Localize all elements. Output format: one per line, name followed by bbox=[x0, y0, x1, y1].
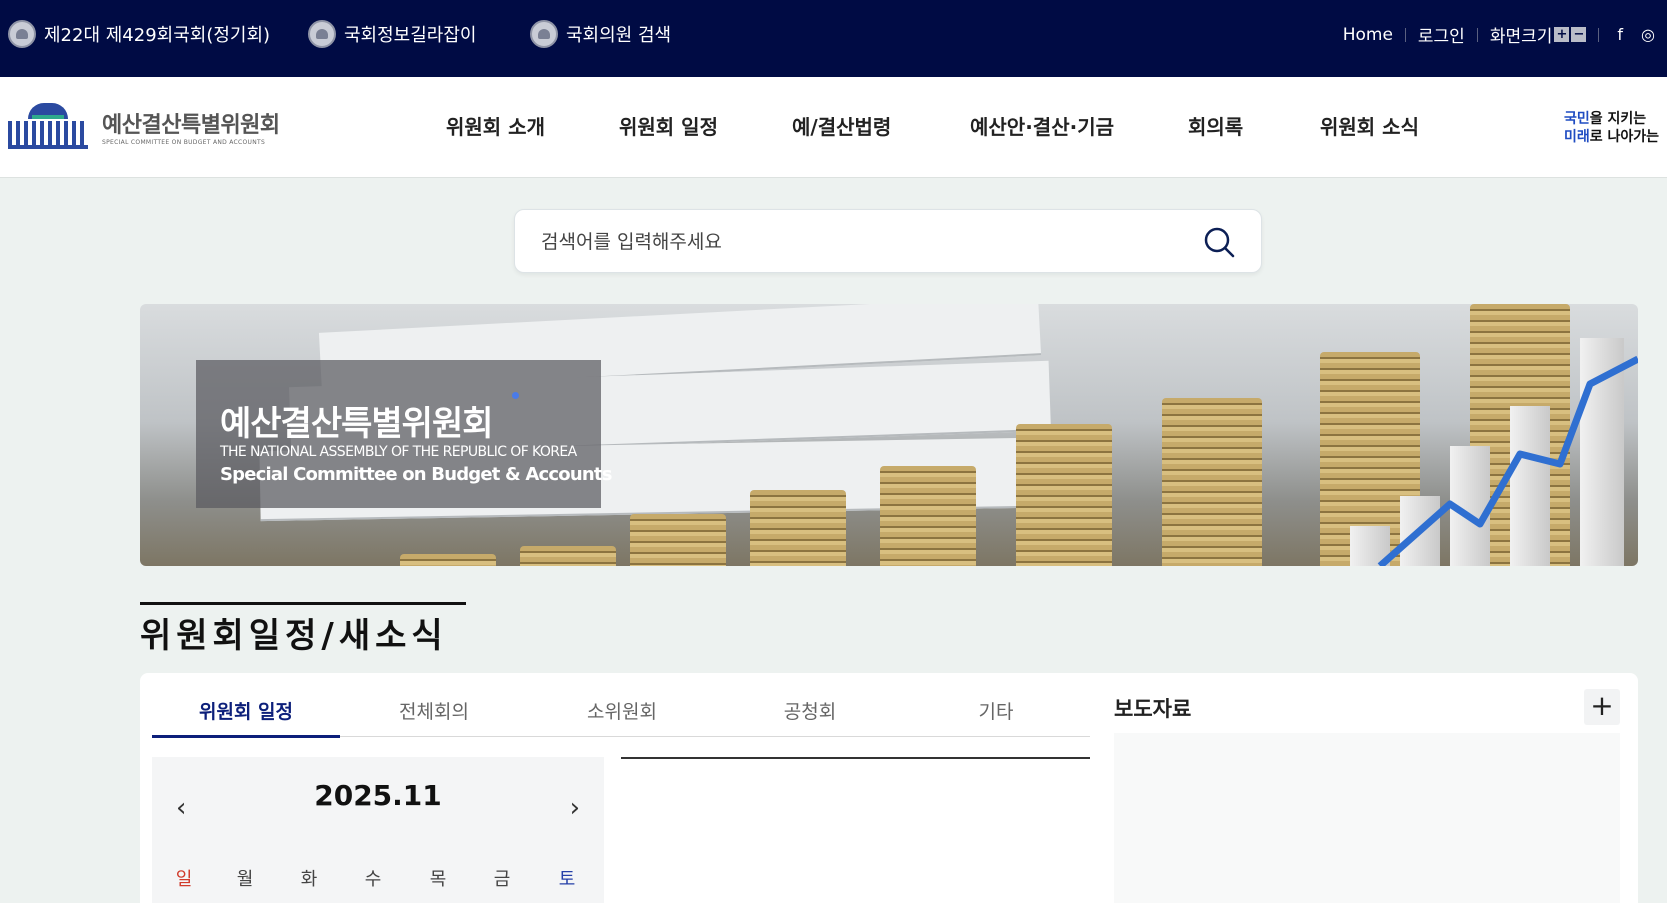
utility-bar: 제22대 제429회국회(정기회) 국회정보길라잡이 국회의원 검색 Home … bbox=[0, 0, 1667, 77]
home-link[interactable]: Home bbox=[1343, 25, 1393, 45]
logo-title: 예산결산특별위원회 bbox=[102, 112, 280, 138]
weekday-mon: 월 bbox=[236, 869, 254, 890]
logo-subtitle: SPECIAL COMMITTEE ON BUDGET AND ACCOUNTS bbox=[102, 138, 266, 146]
assembly-guide-link[interactable]: 국회정보길라잡이 bbox=[308, 20, 476, 48]
banner-title: 예산결산특별위원회 bbox=[220, 404, 494, 444]
section-title-rule bbox=[140, 602, 466, 605]
assembly-emblem-icon bbox=[308, 20, 336, 48]
font-size-label: 화면크기 bbox=[1489, 27, 1553, 47]
login-link[interactable]: 로그인 bbox=[1418, 22, 1465, 47]
facebook-icon[interactable]: f bbox=[1617, 25, 1623, 44]
assembly-emblem-icon bbox=[530, 20, 558, 48]
weekday-fri: 금 bbox=[493, 869, 511, 890]
weekday-wed: 수 bbox=[364, 869, 382, 890]
site-logo[interactable]: 예산결산특별위원회 SPECIAL COMMITTEE ON BUDGET AN… bbox=[8, 103, 280, 149]
tab-subcommittee[interactable]: 소위원회 bbox=[528, 697, 716, 724]
member-search-link[interactable]: 국회의원 검색 bbox=[530, 20, 671, 48]
active-tab-indicator bbox=[152, 735, 340, 738]
instagram-icon[interactable]: ◎ bbox=[1641, 25, 1655, 44]
divider bbox=[1404, 27, 1406, 42]
divider bbox=[1476, 27, 1478, 42]
schedule-tabs: 위원회 일정 전체회의 소위원회 공청회 기타 bbox=[152, 687, 1090, 738]
zoom-out-button[interactable]: − bbox=[1571, 27, 1587, 42]
schedule-news-panel: 위원회 일정 전체회의 소위원회 공청회 기타 ‹ 2025.11 › 일 월 … bbox=[140, 673, 1638, 903]
weekday-thu: 목 bbox=[429, 869, 447, 890]
assembly-building-icon bbox=[8, 103, 88, 149]
weekday-sat: 토 bbox=[558, 869, 576, 890]
accent-dot bbox=[512, 392, 519, 399]
banner-caption: 예산결산특별위원회 THE NATIONAL ASSEMBLY OF THE R… bbox=[196, 360, 612, 508]
assembly-emblem-icon bbox=[8, 20, 36, 48]
weekday-tue: 화 bbox=[300, 869, 318, 890]
nav-committee-schedule[interactable]: 위원회 일정 bbox=[619, 111, 718, 140]
tab-hearing[interactable]: 공청회 bbox=[716, 697, 904, 724]
main-header: 예산결산특별위원회 SPECIAL COMMITTEE ON BUDGET AN… bbox=[0, 77, 1667, 178]
press-release-list bbox=[1114, 733, 1620, 903]
nav-minutes[interactable]: 회의록 bbox=[1188, 111, 1243, 140]
tab-committee-schedule[interactable]: 위원회 일정 bbox=[152, 697, 340, 724]
search-icon[interactable] bbox=[1203, 226, 1235, 258]
weekday-sun: 일 bbox=[175, 869, 193, 890]
zoom-in-button[interactable]: + bbox=[1554, 27, 1570, 42]
press-more-button[interactable]: + bbox=[1584, 689, 1620, 725]
search-box bbox=[514, 209, 1262, 273]
banner-subtitle-assembly: THE NATIONAL ASSEMBLY OF THE REPUBLIC OF… bbox=[220, 444, 577, 460]
utility-menu: Home 로그인 화면크기 + − f ◎ bbox=[1343, 22, 1667, 48]
assembly-guide-label: 국회정보길라잡이 bbox=[344, 25, 477, 46]
session-link-label: 제22대 제429회국회(정기회) bbox=[44, 25, 271, 46]
nav-committee-intro[interactable]: 위원회 소개 bbox=[446, 111, 545, 140]
banner-subtitle-committee: Special Committee on Budget & Accounts bbox=[220, 464, 612, 485]
tab-other[interactable]: 기타 bbox=[902, 697, 1090, 724]
nav-committee-news[interactable]: 위원회 소식 bbox=[1320, 111, 1419, 140]
search-input[interactable] bbox=[541, 228, 1141, 256]
nav-budget-settlement-fund[interactable]: 예산안·결산·기금 bbox=[970, 111, 1114, 140]
calendar: ‹ 2025.11 › 일 월 화 수 목 금 토 bbox=[152, 757, 604, 903]
schedule-list-rule bbox=[621, 757, 1090, 759]
slogan: 국민을 지키는 미래로 나아가는 bbox=[1563, 111, 1659, 145]
next-month-button[interactable]: › bbox=[570, 793, 580, 823]
section-title: 위원회일정/새소식 bbox=[140, 616, 448, 656]
member-search-label: 국회의원 검색 bbox=[566, 25, 672, 46]
session-link[interactable]: 제22대 제429회국회(정기회) bbox=[8, 20, 270, 48]
hero-banner: 예산결산특별위원회 THE NATIONAL ASSEMBLY OF THE R… bbox=[140, 304, 1638, 566]
divider bbox=[1598, 27, 1600, 42]
tab-plenary[interactable]: 전체회의 bbox=[340, 697, 528, 724]
calendar-month: 2025.11 bbox=[314, 779, 442, 812]
press-release-title: 보도자료 bbox=[1114, 697, 1192, 721]
nav-budget-laws[interactable]: 예/결산법령 bbox=[792, 111, 891, 140]
